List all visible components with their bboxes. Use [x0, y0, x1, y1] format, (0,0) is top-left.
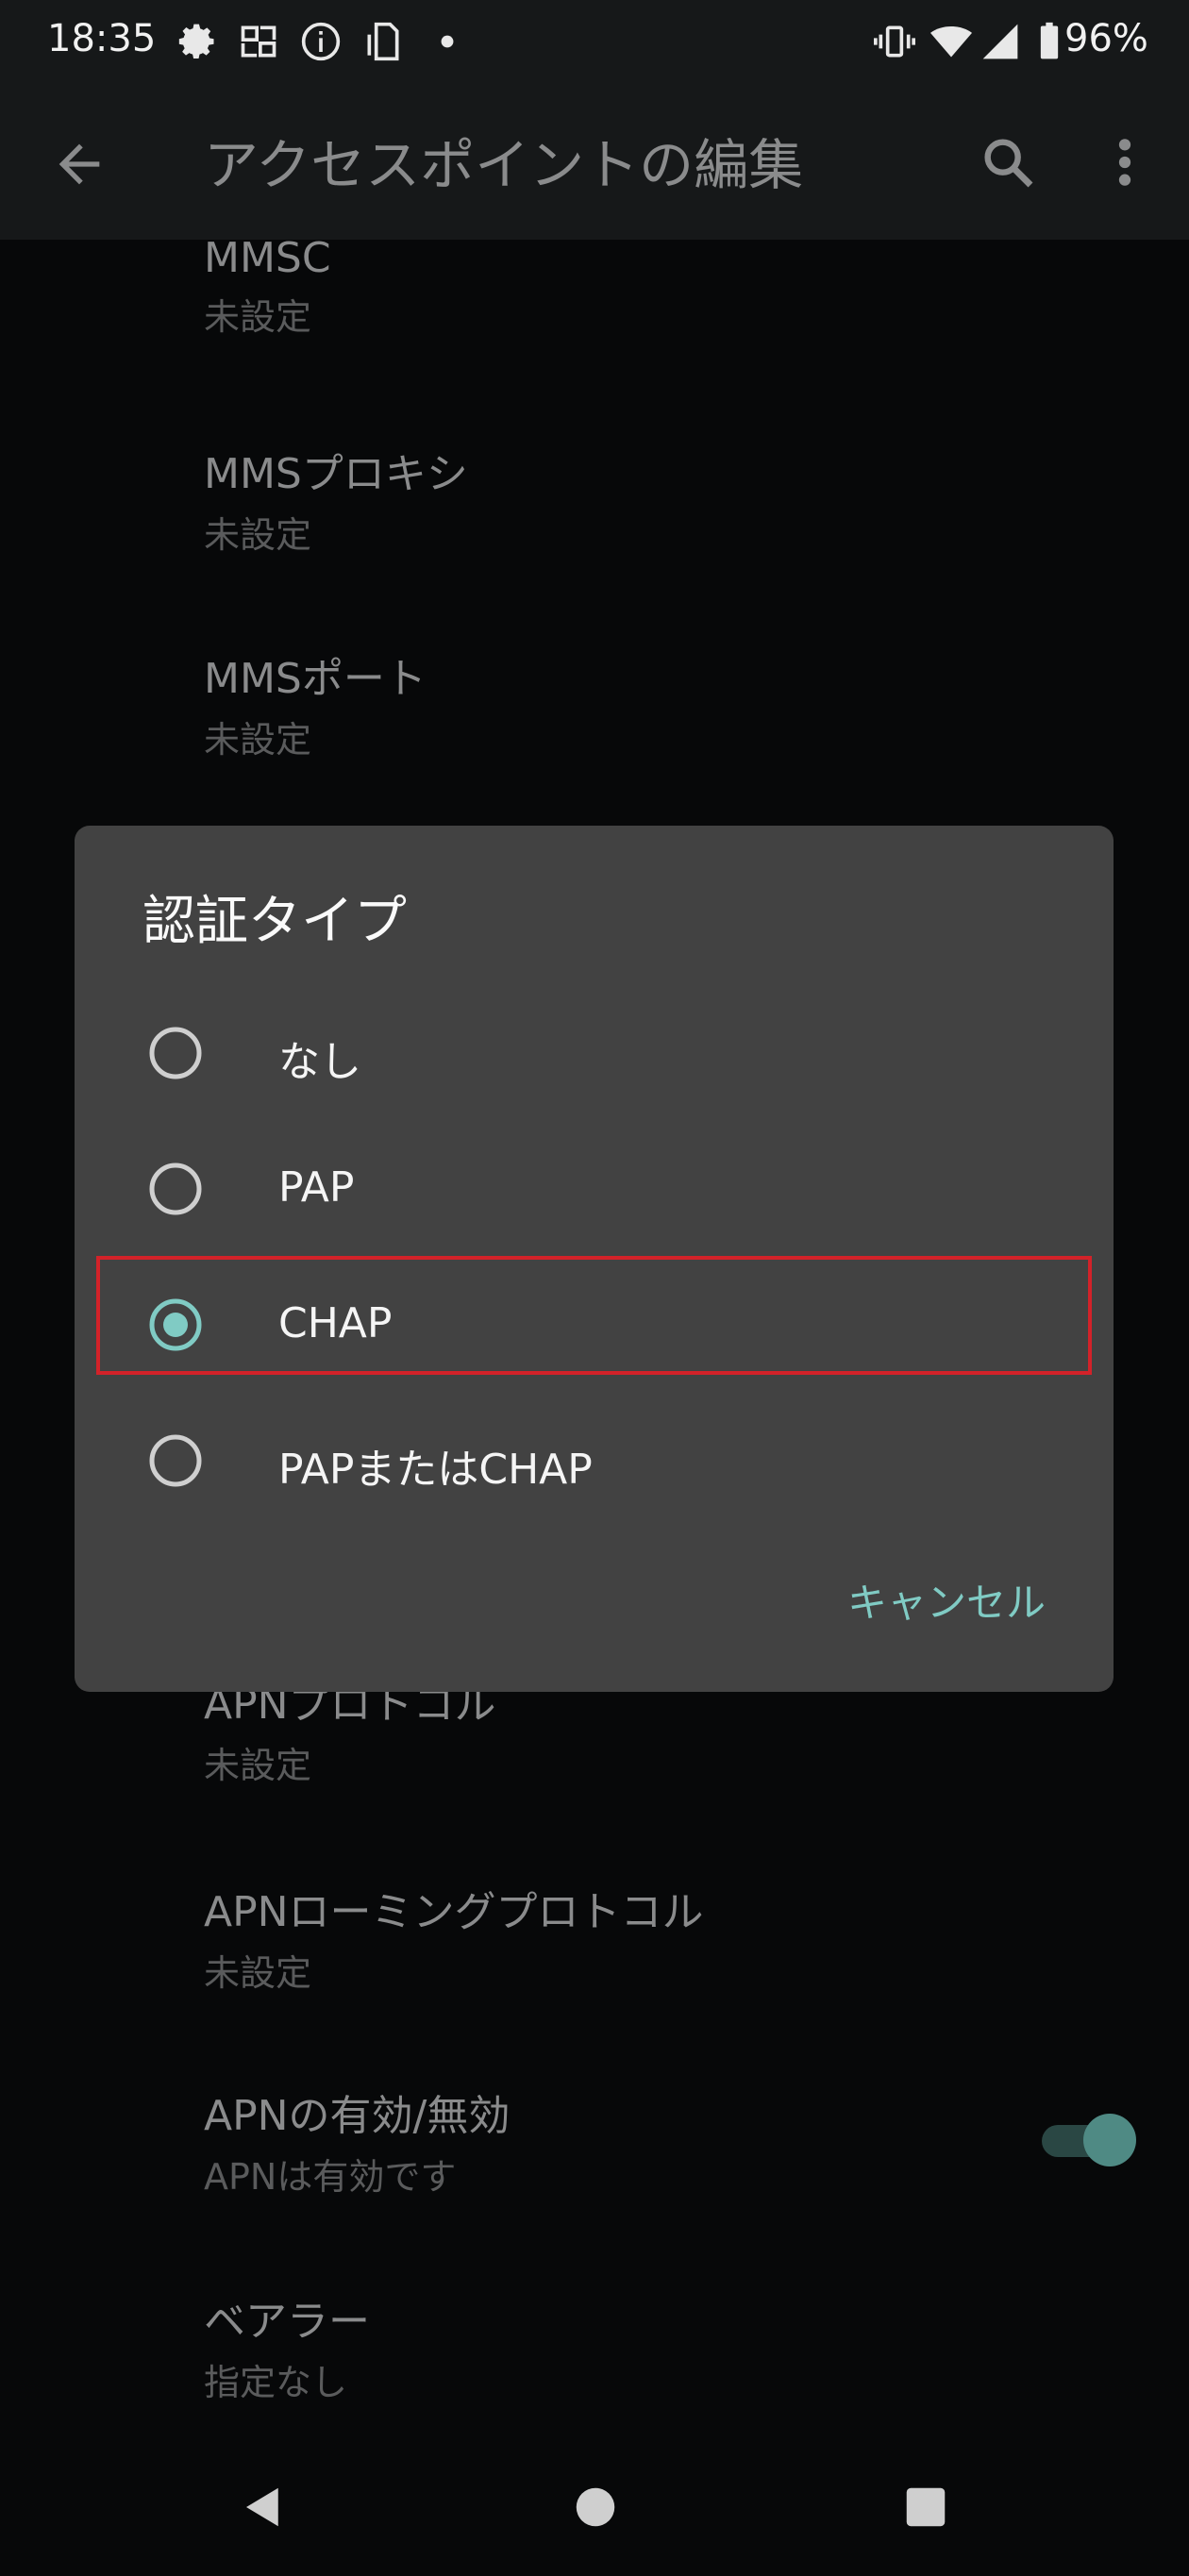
home-circle-icon[interactable]: [570, 2482, 621, 2533]
status-bar: 18:35 96%: [0, 0, 1189, 83]
sim-card-icon: [367, 22, 399, 61]
setting-title: ベアラー: [204, 2298, 370, 2346]
screen-cast-icon: [241, 25, 276, 58]
navigation-bar: [0, 2434, 1189, 2576]
app-bar: アクセスポイントの編集: [0, 83, 1189, 240]
setting-bearer[interactable]: ベアラー 指定なし: [204, 2287, 370, 2405]
search-icon[interactable]: [978, 132, 1038, 192]
arrow-back-icon[interactable]: [49, 134, 109, 194]
setting-summary: 指定なし: [204, 2362, 348, 2403]
setting-mms-port[interactable]: MMSポート 未設定: [204, 644, 427, 762]
setting-summary: 未設定: [204, 514, 312, 556]
radio-unchecked-icon[interactable]: [148, 1433, 203, 1488]
setting-summary: 未設定: [204, 1952, 312, 1994]
recents-square-icon[interactable]: [900, 2482, 951, 2533]
wifi-icon: [930, 25, 972, 58]
setting-title: MMSポート: [204, 655, 427, 703]
info-icon: [301, 22, 341, 61]
apn-enable-toggle[interactable]: [1042, 2114, 1136, 2166]
cancel-button[interactable]: キャンセル: [847, 1571, 1046, 1629]
option-pap[interactable]: PAP: [75, 1122, 1114, 1254]
setting-summary: 未設定: [204, 719, 312, 761]
setting-title: MMSC: [204, 234, 331, 282]
setting-apn-enable[interactable]: APNの有効/無効 APNは有効です: [204, 2082, 510, 2200]
battery-percent: 96%: [1064, 17, 1148, 60]
page-title: アクセスポイントの編集: [204, 133, 804, 197]
setting-summary: APNは有効です: [204, 2156, 457, 2198]
setting-summary: 未設定: [204, 1745, 312, 1786]
option-label: なし: [278, 1038, 361, 1086]
setting-apn-roaming-protocol[interactable]: APNローミングプロトコル 未設定: [204, 1878, 704, 1996]
vibrate-icon: [874, 25, 915, 58]
more-vertical-icon[interactable]: [1106, 132, 1144, 192]
setting-title: MMSプロキシ: [204, 450, 468, 498]
radio-unchecked-icon[interactable]: [148, 1026, 203, 1080]
option-label: PAPまたはCHAP: [278, 1446, 593, 1494]
gear-icon: [178, 24, 214, 59]
selection-highlight-box: [96, 1256, 1092, 1375]
setting-title: APNの有効/無効: [204, 2092, 511, 2140]
option-pap-or-chap[interactable]: PAPまたはCHAP: [75, 1394, 1114, 1526]
setting-summary: 未設定: [204, 296, 312, 338]
toggle-thumb: [1083, 2114, 1136, 2166]
setting-title: APNローミングプロトコル: [204, 1888, 704, 1936]
option-label: PAP: [278, 1163, 355, 1212]
setting-mmsc[interactable]: MMSC 未設定: [204, 234, 331, 340]
setting-mms-proxy[interactable]: MMSプロキシ 未設定: [204, 440, 468, 558]
signal-icon: [982, 24, 1018, 59]
back-triangle-icon[interactable]: [238, 2482, 289, 2533]
dot-icon: [441, 35, 454, 48]
radio-unchecked-icon[interactable]: [148, 1162, 203, 1216]
dialog-title: 認証タイプ: [142, 891, 407, 952]
status-time: 18:35: [47, 17, 157, 60]
option-none[interactable]: なし: [75, 986, 1114, 1118]
